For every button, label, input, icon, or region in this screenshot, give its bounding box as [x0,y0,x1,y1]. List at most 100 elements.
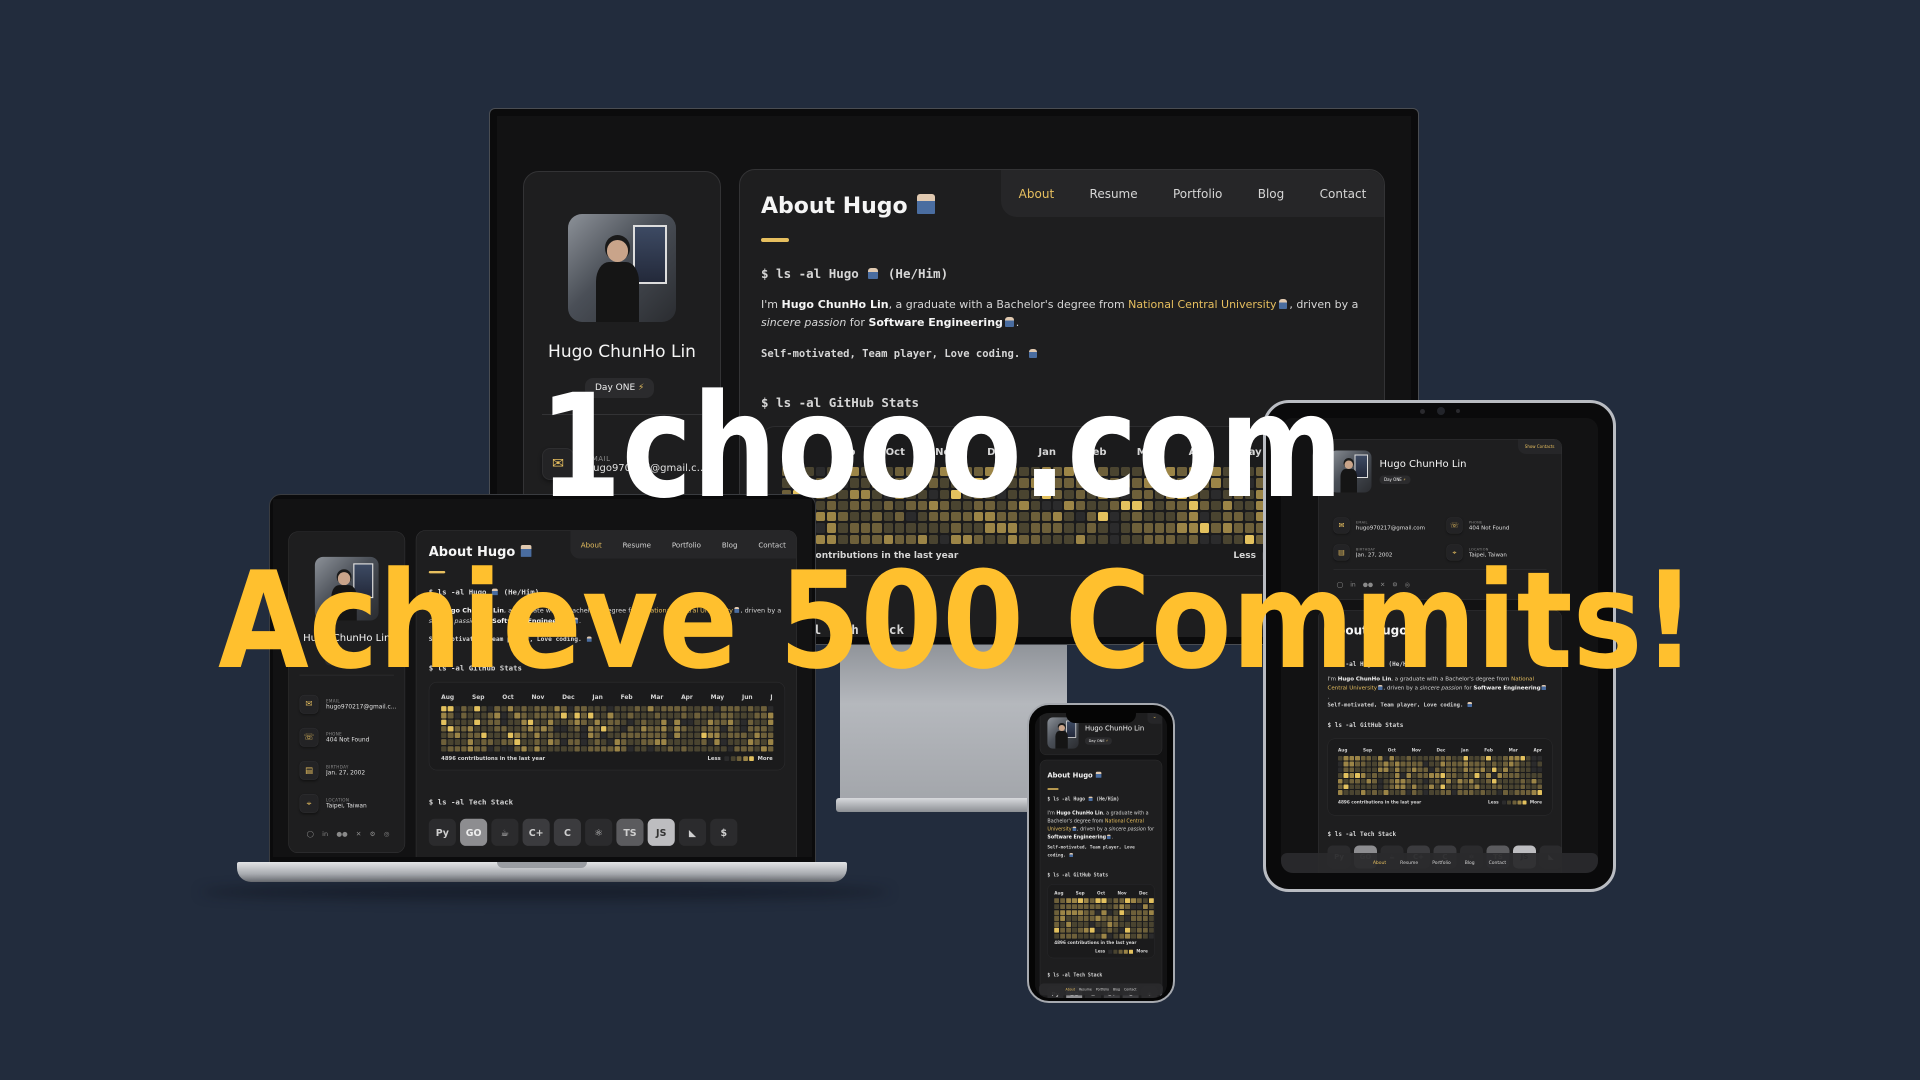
contribution-cell [1131,915,1137,921]
contribution-cell [487,719,494,725]
contribution-cell [547,726,554,732]
contribution-cell [1497,784,1503,790]
contribution-cell [554,732,560,739]
discord-icon[interactable]: ⚙ [370,830,376,838]
university-link[interactable]: National Central University [1128,298,1276,311]
contribution-cell [581,719,587,725]
contribution-cell [1480,773,1486,778]
contribution-cell [1349,756,1355,761]
contribution-cell [494,706,500,712]
contribution-cell [654,726,660,732]
contact-location[interactable]: ⌖ Location Taipei, Taiwan [299,794,367,813]
contribution-cell [714,712,720,719]
contribution-cell [621,712,627,719]
contribution-cell [1113,915,1119,921]
contribution-cell [474,719,480,725]
nav-portfolio[interactable]: Portfolio [1173,187,1222,201]
month-label: Mar [1508,748,1518,753]
contact-phone[interactable]: ☏ Phone 404 Not Found [1446,517,1509,534]
about-paragraph: I'm Hugo ChunHo Lin, a graduate with a B… [761,296,1371,332]
contribution-cell [587,712,594,719]
contribution-cell [634,746,640,752]
contribution-cell [1446,767,1451,773]
nav-contact[interactable]: Contact [1489,861,1507,866]
contribution-cell [1525,784,1531,790]
nav-resume[interactable]: Resume [1400,861,1418,866]
contact-birthday[interactable]: ▤ Birthday Jan. 27, 2002 [299,760,365,780]
contribution-cell [761,719,767,725]
nav-blog[interactable]: Blog [1465,861,1475,866]
contact-email[interactable]: ✉ Email hugo970217@gmail.com [1333,517,1425,534]
contribution-cell [681,739,687,745]
contribution-cell [1136,921,1142,927]
contribution-cell [507,726,514,732]
nav-blog[interactable]: Blog [1113,988,1120,992]
contribution-cell [461,739,467,745]
contribution-cell [1355,773,1360,778]
contribution-cell [654,719,660,725]
day-one-badge: Day ONE ⚡ [1379,475,1411,484]
contribution-cell [1054,921,1060,927]
social-links: ◯ in ●● ✕ ⚙ ◎ [307,830,390,838]
contribution-cell [1440,756,1446,761]
contribution-cell [1060,921,1066,927]
contribution-cell [1095,915,1101,921]
nav-blog[interactable]: Blog [1258,187,1285,201]
x-icon[interactable]: ✕ [356,830,361,838]
contribution-cell [1531,778,1537,784]
location-pin-icon: ⌖ [299,794,319,813]
contribution-cell [567,719,574,725]
contribution-cell [674,732,680,739]
contribution-cell [481,732,487,739]
contribution-cell [541,726,547,732]
contribution-cell [1107,910,1113,915]
show-contacts-button[interactable]: Show Contacts [1517,439,1562,454]
contact-phone[interactable]: ☏ Phone 404 Not Found [299,727,369,747]
contribution-cell [1366,784,1372,790]
show-contacts-button[interactable]: ⌄ [1147,713,1162,724]
contribution-cell [1066,898,1071,904]
linkedin-icon[interactable]: in [322,830,328,838]
nav-about[interactable]: About [1373,861,1386,866]
contribution-cell [587,746,594,752]
legend-more: More [757,755,773,762]
contribution-cell [514,732,520,739]
contribution-cell [694,739,700,745]
nav-contact[interactable]: Contact [1124,988,1136,992]
contribution-cell [1525,773,1531,778]
nav-resume[interactable]: Resume [1090,187,1138,201]
nav-about[interactable]: About [1019,187,1054,201]
github-icon[interactable]: ◯ [307,830,314,838]
contribution-cell [1383,761,1389,767]
bash-icon: $ [710,818,738,846]
contribution-cell [1360,778,1366,784]
contribution-cell [607,746,614,752]
react-icon: ⚛ [585,818,613,846]
contribution-cell [1071,921,1077,927]
nav-portfolio[interactable]: Portfolio [1096,988,1109,992]
nav-about[interactable]: About [1066,988,1075,992]
contribution-cell [1355,767,1360,773]
nav-resume[interactable]: Resume [1079,988,1092,992]
contribution-cell [614,706,620,712]
contribution-cell [534,719,540,725]
contribution-cell [681,712,687,719]
contribution-cell [1107,898,1113,904]
contribution-cell [547,739,554,745]
contribution-cell [754,712,760,719]
contribution-cell [594,712,600,719]
contribution-cell [687,739,694,745]
contribution-cell [1417,784,1423,790]
nav-portfolio[interactable]: Portfolio [1432,861,1451,866]
contribution-cell [1434,784,1440,790]
gamepad-icon[interactable]: ◎ [384,830,390,838]
contribution-cell [1095,904,1101,910]
medium-icon[interactable]: ●● [336,830,347,838]
contribution-cell [1131,927,1137,933]
contribution-cell [1440,767,1446,773]
contribution-cell [1089,904,1095,910]
contribution-cell [1077,910,1083,915]
nav-contact[interactable]: Contact [1320,187,1367,201]
contribution-cell [761,706,767,712]
contribution-cell [707,746,714,752]
